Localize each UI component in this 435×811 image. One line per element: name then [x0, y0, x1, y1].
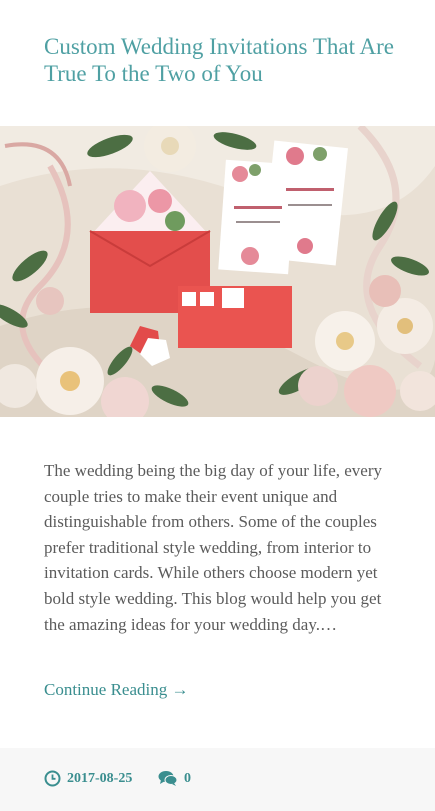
post-date[interactable]: 2017-08-25 — [44, 770, 132, 787]
comments-icon — [158, 770, 178, 787]
clock-icon — [44, 770, 61, 787]
post-date-text: 2017-08-25 — [67, 770, 133, 786]
post-meta: 2017-08-25 0 — [0, 748, 435, 811]
post-excerpt: The wedding being the big day of your li… — [44, 461, 383, 634]
post-comments[interactable]: 0 — [158, 770, 191, 787]
post-card: Custom Wedding Invitations That Are True… — [0, 0, 435, 811]
post-comments-count: 0 — [184, 770, 191, 786]
post-title[interactable]: Custom Wedding Invitations That Are True… — [44, 33, 404, 87]
post-featured-image[interactable] — [0, 126, 435, 417]
continue-reading-link[interactable]: Continue Reading → — [44, 679, 188, 701]
